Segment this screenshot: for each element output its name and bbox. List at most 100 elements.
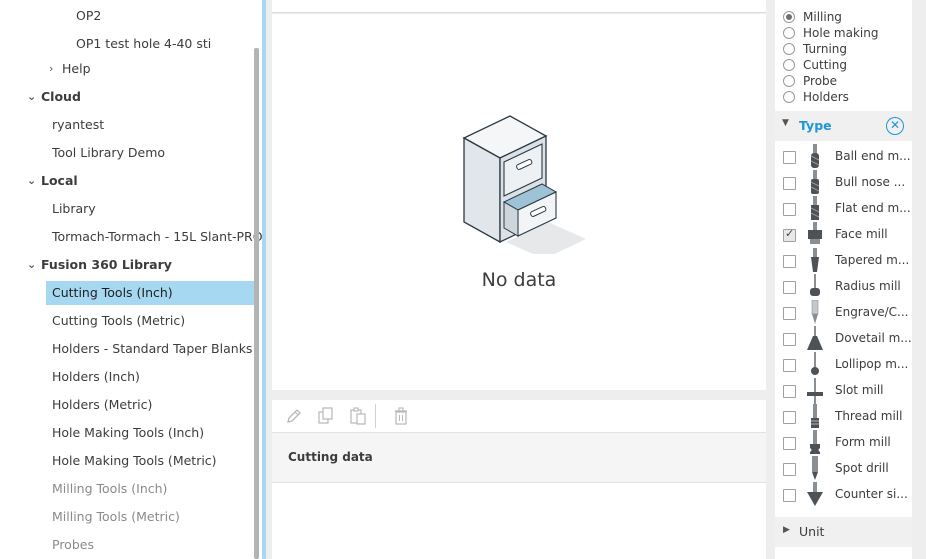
delete-trash-icon[interactable] [391,406,411,426]
face-mill-icon [808,222,822,244]
tree-item[interactable]: Milling Tools (Inch) [52,477,167,501]
tree-item[interactable]: OP1 test hole 4-40 sti [76,32,211,56]
type-checkbox[interactable] [783,333,796,346]
tree-item[interactable]: Library [52,197,96,221]
tree-item[interactable]: Tool Library Demo [52,141,165,165]
type-filter-option[interactable]: Spot drill [775,456,912,482]
tree-item[interactable]: ⌄ Cloud [27,85,81,109]
radio-button[interactable] [783,42,795,55]
type-filter-option[interactable]: Form mill [775,430,912,456]
radio-button[interactable] [783,26,795,39]
tree-item[interactable]: ⌄ Fusion 360 Library [27,253,172,277]
tree-item-label: Tool Library Demo [52,145,166,160]
category-radio-option[interactable]: Hole making [783,25,878,41]
radio-button[interactable] [783,58,795,71]
type-filter-option[interactable]: Face mill [775,222,912,248]
tree-item[interactable]: ryantest [52,113,104,137]
tree-item[interactable]: Cutting Tools (Metric) [52,309,185,333]
paste-icon[interactable] [348,406,368,426]
type-filter-option[interactable]: Tapered m... [775,248,912,274]
type-label: Flat end m... [835,201,911,215]
chevron-down-icon[interactable]: ⌄ [27,85,36,109]
tree-item[interactable]: ⌄ Local [27,169,78,193]
type-checkbox[interactable] [783,281,796,294]
chevron-down-icon[interactable]: ⌄ [27,169,36,193]
type-label: Ball end m... [835,149,911,163]
type-filter-option[interactable]: Ball end m... [775,144,912,170]
type-filter-option[interactable]: Radius mill [775,274,912,300]
lollipop-mill-icon [811,352,819,375]
tree-item[interactable]: Holders - Standard Taper Blanks [52,337,252,361]
radio-button[interactable] [783,74,795,87]
edit-pencil-icon[interactable] [284,406,304,426]
type-checkbox[interactable] [783,227,796,242]
tree-item-label: Milling Tools (Inch) [52,481,168,496]
tree-item-label: Hole Making Tools (Inch) [52,425,205,440]
category-radio-option[interactable]: Milling [783,9,842,25]
type-filter-option[interactable]: Thread mill [775,404,912,430]
cutting-data-section[interactable]: Cutting data [272,433,766,483]
tree-item-label: Tormach-Tormach - 15L Slant-PRO [52,229,263,244]
type-label: Spot drill [835,461,889,475]
type-checkbox[interactable] [783,489,796,502]
category-radio-option[interactable]: Probe [783,73,837,89]
tree-scrollbar[interactable] [254,48,259,559]
type-checkbox[interactable] [783,151,796,164]
tree-item[interactable]: › Help [49,57,91,81]
tool-list-header-strip [272,0,766,13]
category-radio-option[interactable]: Turning [783,41,847,57]
type-checkbox[interactable] [783,437,796,450]
tree-item[interactable]: Probes [52,533,94,557]
radio-button[interactable] [783,90,795,103]
type-checkbox[interactable] [783,463,796,476]
category-radio-option[interactable]: Holders [783,89,849,105]
tool-list-area: No data Cutting data [266,0,772,559]
type-label: Bull nose ... [835,175,906,189]
type-filter-option[interactable]: Slot mill [775,378,912,404]
clear-filter-icon[interactable]: ✕ [886,117,904,135]
tree-item-label: Holders - Standard Taper Blanks [52,341,253,356]
type-label: Counter si... [835,487,908,501]
tree-item[interactable]: OP2 [76,4,101,28]
category-label: Cutting [803,58,847,72]
type-checkbox[interactable] [783,359,796,372]
cutting-data-body [272,483,766,559]
chevron-down-icon[interactable]: ⌄ [27,253,36,277]
chevron-right-icon[interactable]: › [49,57,53,81]
filter-scrollbar[interactable] [915,0,921,559]
duplicate-icon[interactable] [316,406,336,426]
type-checkbox[interactable] [783,385,796,398]
tree-item[interactable]: Holders (Metric) [52,393,152,417]
library-tree-panel: OP2 OP1 test hole 4-40 sti › Help ⌄ Cloud ryan… [0,0,263,559]
tree-item-label: Holders (Metric) [52,397,153,412]
type-filter-option[interactable]: Lollipop m... [775,352,912,378]
type-checkbox[interactable] [783,307,796,320]
type-checkbox[interactable] [783,255,796,268]
type-checkbox[interactable] [783,203,796,216]
caret-right-icon: ▶ [783,525,790,535]
type-filter-option[interactable]: Dovetail m... [775,326,912,352]
unit-filter-header[interactable]: ▶ Unit [775,517,912,547]
type-filter-label: Type [799,118,832,133]
type-checkbox[interactable] [783,411,796,424]
tree-item[interactable]: Hole Making Tools (Metric) [52,449,217,473]
radio-button[interactable] [783,10,795,23]
type-filter-header[interactable]: ▼ Type ✕ [775,111,912,141]
tree-item[interactable]: Holders (Inch) [52,365,140,389]
type-filter-option[interactable]: Counter si... [775,482,912,508]
type-filter-option[interactable]: Bull nose ... [775,170,912,196]
tool-actions-toolbar [272,400,766,433]
tree-item[interactable]: Hole Making Tools (Inch) [52,421,204,445]
tree-item[interactable]: Tormach-Tormach - 15L Slant-PRO [52,225,263,249]
tree-item[interactable]: Cutting Tools (Inch) [46,281,256,305]
type-filter-option[interactable]: Engrave/C... [775,300,912,326]
tree-item[interactable]: Milling Tools (Metric) [52,505,180,529]
type-filter-option[interactable]: Flat end m... [775,196,912,222]
tree-item-label: ryantest [52,117,105,132]
type-checkbox[interactable] [783,177,796,190]
no-data-message: No data [481,269,557,291]
form-mill-icon [810,430,820,454]
type-label: Tapered m... [835,253,910,267]
category-radio-option[interactable]: Cutting [783,57,847,73]
tree-item-label: Help [62,61,91,76]
